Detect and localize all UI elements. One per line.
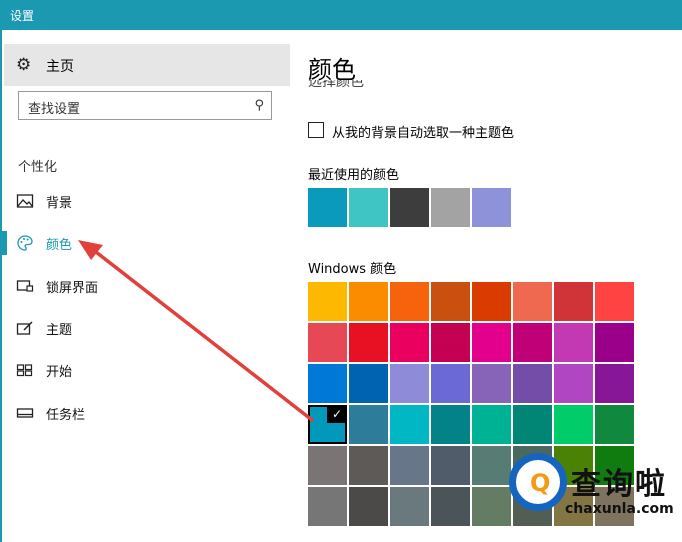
sidebar-item-label: 背景 bbox=[46, 196, 73, 211]
watermark-url: chaxunla.com bbox=[565, 501, 674, 517]
color-swatch[interactable] bbox=[349, 323, 388, 362]
color-swatch[interactable] bbox=[472, 405, 511, 444]
window-title: 设置 bbox=[10, 9, 35, 23]
color-swatch[interactable] bbox=[431, 405, 470, 444]
color-swatch[interactable] bbox=[595, 405, 634, 444]
lock-screen-icon bbox=[16, 277, 34, 295]
color-swatch[interactable] bbox=[308, 446, 347, 485]
color-swatch[interactable] bbox=[595, 364, 634, 403]
search-icon[interactable]: ⚲ bbox=[254, 98, 264, 113]
palette-icon bbox=[16, 234, 34, 252]
color-swatch[interactable] bbox=[431, 364, 470, 403]
color-swatch[interactable] bbox=[308, 364, 347, 403]
section-heading: 个性化 bbox=[18, 160, 58, 175]
sidebar-item-label: 开始 bbox=[46, 365, 73, 380]
sidebar: ⚙ 主页 查找设置 ⚲ 个性化 背景 颜色 锁屏界面 主题 开始 任务栏 bbox=[0, 30, 290, 542]
recent-color-swatch[interactable] bbox=[308, 188, 347, 227]
sidebar-home-label: 主页 bbox=[46, 59, 74, 75]
color-swatch[interactable] bbox=[349, 487, 388, 526]
color-swatch[interactable] bbox=[349, 405, 388, 444]
check-icon: ✓ bbox=[327, 405, 347, 423]
color-swatch[interactable] bbox=[308, 282, 347, 321]
active-indicator bbox=[2, 231, 7, 255]
start-icon bbox=[16, 361, 34, 379]
recent-color-swatch[interactable] bbox=[431, 188, 470, 227]
color-swatch[interactable] bbox=[349, 364, 388, 403]
color-swatch[interactable] bbox=[349, 282, 388, 321]
color-swatch[interactable] bbox=[554, 323, 593, 362]
search-placeholder: 查找设置 bbox=[28, 102, 81, 117]
sidebar-item-lock-screen[interactable]: 锁屏界面 bbox=[4, 270, 290, 302]
title-bar: 设置 bbox=[0, 0, 682, 30]
sidebar-item-colors[interactable]: 颜色 bbox=[2, 227, 290, 259]
partial-heading: 选择颜色 bbox=[308, 80, 364, 90]
recent-color-swatch[interactable] bbox=[390, 188, 429, 227]
sidebar-item-start[interactable]: 开始 bbox=[4, 354, 290, 386]
recent-color-swatch[interactable] bbox=[472, 188, 511, 227]
picture-icon bbox=[16, 192, 34, 210]
sidebar-home[interactable]: ⚙ 主页 bbox=[4, 44, 290, 86]
theme-icon bbox=[16, 319, 34, 337]
color-swatch[interactable] bbox=[472, 282, 511, 321]
color-swatch[interactable] bbox=[472, 364, 511, 403]
color-swatch[interactable] bbox=[595, 323, 634, 362]
watermark: Q 查询啦 chaxunla.com bbox=[503, 447, 682, 537]
color-swatch[interactable] bbox=[431, 323, 470, 362]
color-swatch[interactable] bbox=[595, 282, 634, 321]
color-swatch[interactable] bbox=[513, 364, 552, 403]
color-swatch[interactable] bbox=[431, 282, 470, 321]
search-input[interactable]: 查找设置 ⚲ bbox=[18, 91, 272, 120]
sidebar-item-label: 颜色 bbox=[46, 238, 73, 253]
color-swatch[interactable] bbox=[390, 446, 429, 485]
color-swatch[interactable] bbox=[308, 487, 347, 526]
color-swatch[interactable] bbox=[472, 323, 511, 362]
sidebar-item-label: 主题 bbox=[46, 323, 73, 338]
auto-pick-checkbox[interactable] bbox=[308, 122, 324, 138]
color-swatch[interactable] bbox=[431, 446, 470, 485]
color-swatch[interactable] bbox=[349, 446, 388, 485]
color-swatch[interactable] bbox=[308, 323, 347, 362]
sidebar-item-label: 锁屏界面 bbox=[46, 281, 99, 296]
sidebar-item-taskbar[interactable]: 任务栏 bbox=[4, 397, 290, 429]
sidebar-item-themes[interactable]: 主题 bbox=[4, 312, 290, 344]
auto-pick-label: 从我的背景自动选取一种主题色 bbox=[332, 126, 515, 141]
color-swatch[interactable] bbox=[431, 487, 470, 526]
sidebar-item-label: 任务栏 bbox=[46, 408, 86, 423]
color-swatch[interactable] bbox=[390, 364, 429, 403]
recent-color-swatch[interactable] bbox=[349, 188, 388, 227]
color-swatch[interactable] bbox=[390, 282, 429, 321]
color-swatch[interactable] bbox=[513, 282, 552, 321]
color-swatch-selected[interactable]: ✓ bbox=[308, 405, 347, 444]
color-swatch[interactable] bbox=[554, 282, 593, 321]
sidebar-item-background[interactable]: 背景 bbox=[4, 185, 290, 217]
color-swatch[interactable] bbox=[513, 405, 552, 444]
color-swatch[interactable] bbox=[390, 323, 429, 362]
color-swatch[interactable] bbox=[390, 405, 429, 444]
color-swatch[interactable] bbox=[554, 405, 593, 444]
watermark-brand: 查询啦 bbox=[571, 467, 667, 502]
color-swatch[interactable] bbox=[390, 487, 429, 526]
color-swatch[interactable] bbox=[513, 323, 552, 362]
recent-colors-label: 最近使用的颜色 bbox=[308, 168, 400, 183]
color-swatch[interactable] bbox=[554, 364, 593, 403]
taskbar-icon bbox=[16, 404, 34, 422]
windows-colors-label: Windows 颜色 bbox=[308, 262, 397, 277]
gear-icon: ⚙ bbox=[16, 55, 32, 75]
watermark-logo: Q bbox=[509, 453, 567, 511]
